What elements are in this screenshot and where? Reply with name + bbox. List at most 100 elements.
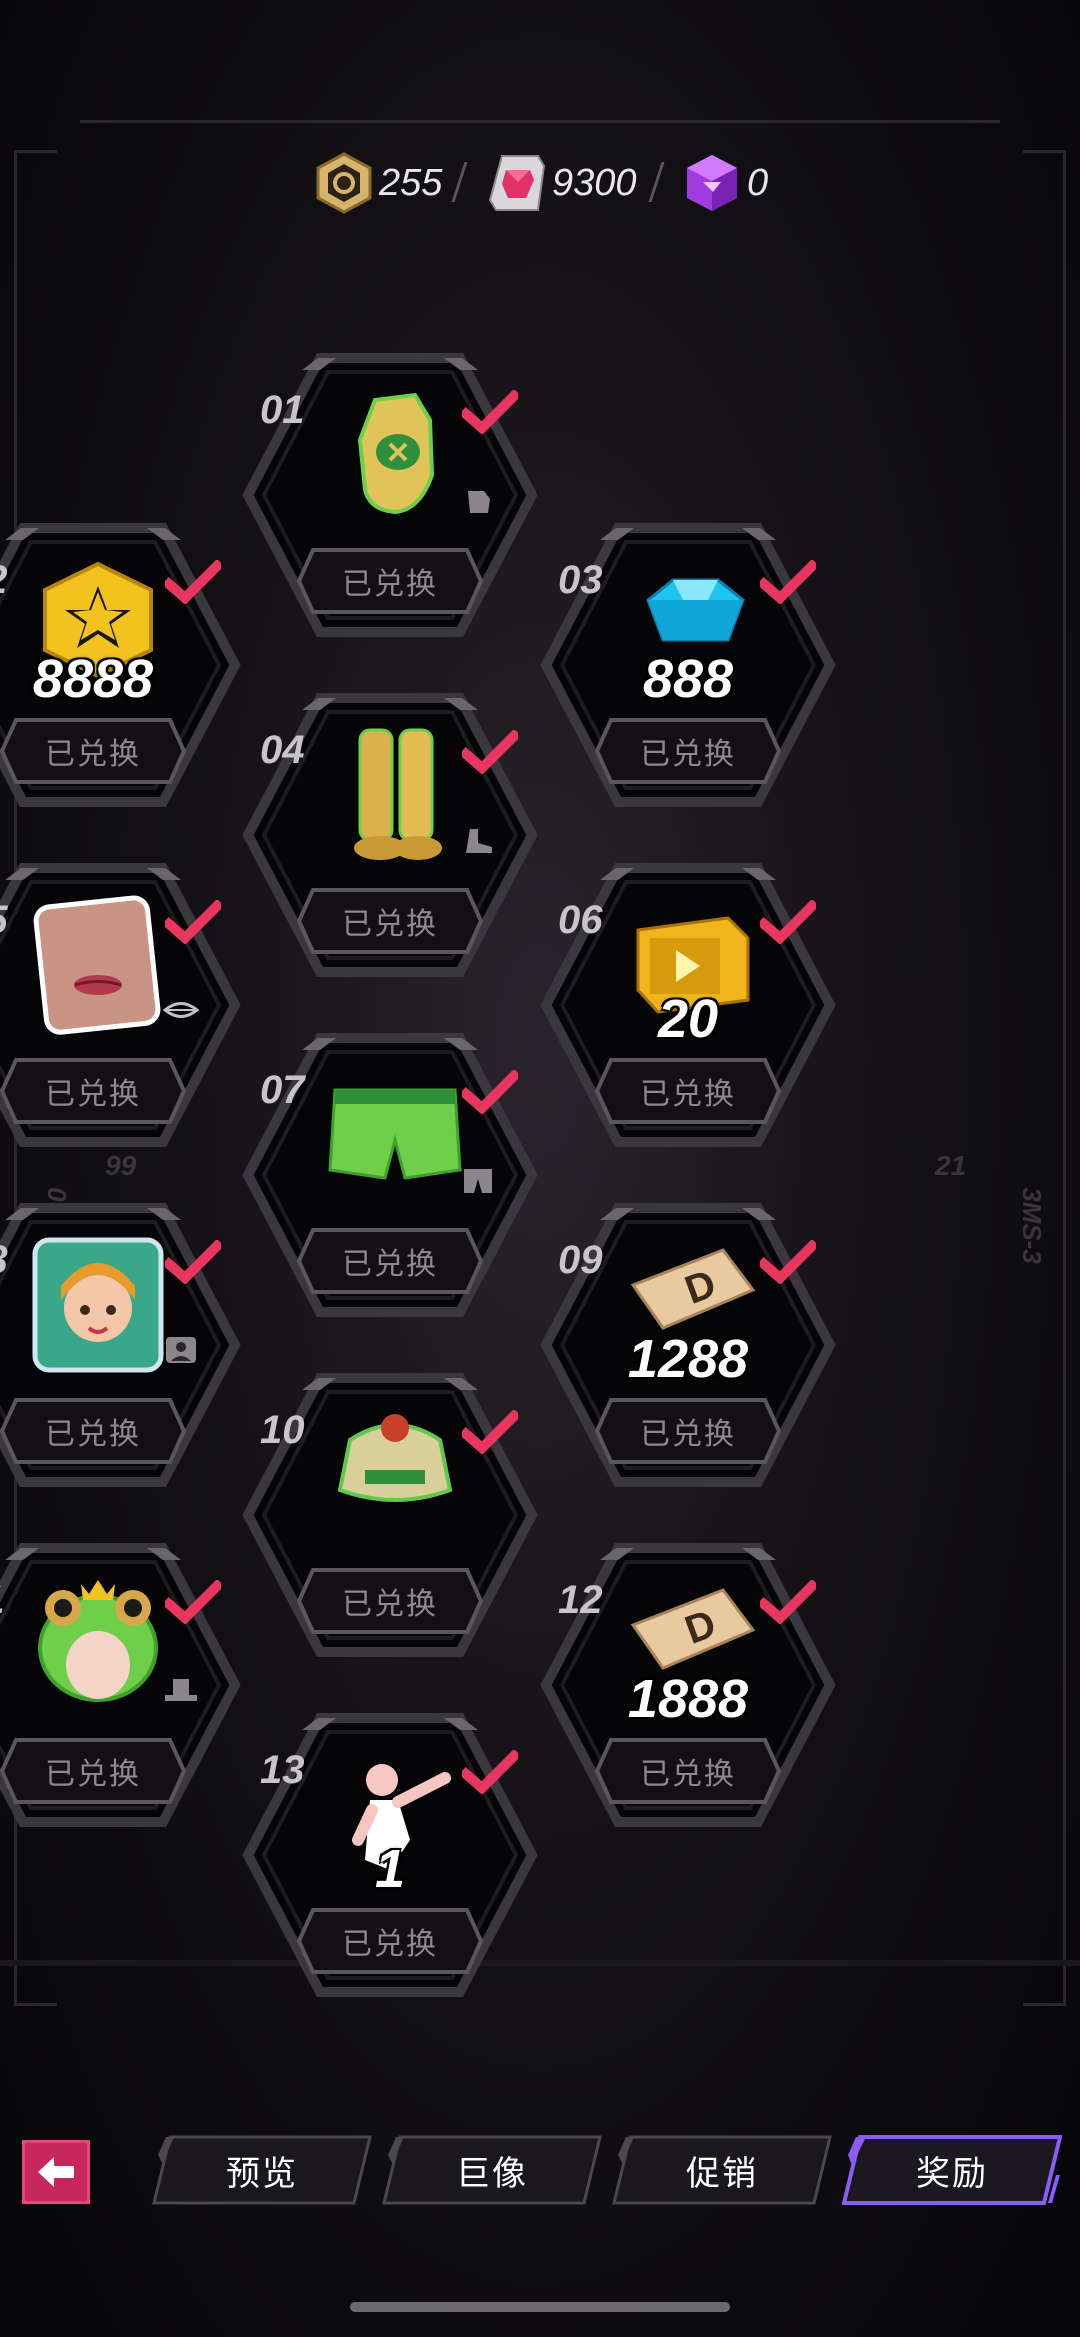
- glove-tag-icon: [460, 485, 496, 515]
- character-portrait-icon: [23, 1230, 173, 1380]
- check-icon: [760, 560, 816, 604]
- currency-gem-value: 9300: [552, 161, 637, 204]
- redeemed-button[interactable]: 已兑换: [0, 1396, 188, 1466]
- reward-index: 06: [558, 898, 603, 942]
- home-indicator[interactable]: [350, 2302, 730, 2312]
- reward-index: 03: [558, 558, 603, 602]
- reward-index: 02: [0, 558, 8, 603]
- redeemed-button[interactable]: 已兑换: [295, 1566, 485, 1636]
- reward-index: 11: [0, 1578, 5, 1623]
- redeemed-button[interactable]: 已兑换: [593, 1056, 783, 1126]
- redeemed-label: 已兑换: [342, 1928, 438, 1961]
- reward-cell[interactable]: 05 已兑换: [0, 860, 243, 1150]
- green-shorts-icon: [320, 1060, 470, 1210]
- reward-index: 01: [260, 388, 305, 432]
- check-icon: [165, 560, 221, 604]
- check-icon: [760, 1240, 816, 1284]
- reward-cell[interactable]: 03 888 已兑换: [538, 520, 838, 810]
- side-label-right: 3MS-3: [1017, 1187, 1048, 1264]
- redeemed-button[interactable]: 已兑换: [295, 1906, 485, 1976]
- tab-promotion-label: 促销: [686, 2154, 758, 2193]
- green-glove-icon: [320, 380, 470, 530]
- reward-cell[interactable]: 11 已兑换: [0, 1540, 243, 1830]
- currency-gold-value: 255: [379, 161, 443, 204]
- reward-index: 08: [0, 1238, 8, 1283]
- tab-colossus-label: 巨像: [456, 2154, 528, 2193]
- redeemed-label: 已兑换: [45, 738, 141, 771]
- reward-amount: 1: [374, 1839, 406, 1899]
- reward-amount: 20: [657, 989, 719, 1049]
- redeemed-button[interactable]: 已兑换: [593, 716, 783, 786]
- redeemed-label: 已兑换: [45, 1758, 141, 1791]
- redeemed-button[interactable]: 已兑换: [295, 1226, 485, 1296]
- reward-cell[interactable]: 07 已兑换: [240, 1030, 540, 1320]
- frame-bottom-band: [0, 1960, 1080, 1966]
- redeemed-label: 已兑换: [640, 1078, 736, 1111]
- currency-bar: 255 9300 0: [0, 150, 1080, 216]
- reward-cell[interactable]: D 12 1888 已兑换: [538, 1540, 838, 1830]
- currency-gem: 9300: [488, 150, 637, 216]
- check-icon: [462, 730, 518, 774]
- tab-rewards-label: 奖励: [916, 2154, 988, 2193]
- side-number-left: 99: [105, 1150, 137, 1181]
- currency-gold: 255: [315, 150, 442, 216]
- redeemed-label: 已兑换: [640, 1418, 736, 1451]
- redeemed-label: 已兑换: [45, 1418, 141, 1451]
- reward-amount: 888: [642, 649, 734, 709]
- gold-hex-coin-icon: [316, 152, 372, 214]
- check-icon: [760, 900, 816, 944]
- hat-tag-icon: [163, 1675, 199, 1705]
- tab-promotion[interactable]: 促销: [612, 2135, 832, 2205]
- arrow-left-icon: [38, 2157, 74, 2187]
- background: [0, 0, 1080, 2337]
- currency-cube: 0: [683, 150, 768, 216]
- redeemed-button[interactable]: 已兑换: [0, 1736, 188, 1806]
- tab-rewards[interactable]: 奖励: [842, 2135, 1062, 2205]
- reward-cell[interactable]: 08 已兑换: [0, 1200, 243, 1490]
- check-icon: [462, 1410, 518, 1454]
- redeemed-button[interactable]: 已兑换: [0, 716, 188, 786]
- side-number-right: 21: [935, 1150, 967, 1181]
- check-icon: [462, 1070, 518, 1114]
- redeemed-button[interactable]: 已兑换: [0, 1056, 188, 1126]
- yellow-boots-icon: [320, 720, 470, 870]
- check-icon: [165, 1240, 221, 1284]
- reward-amount: 1888: [627, 1669, 749, 1729]
- face-lips-icon: [23, 890, 173, 1040]
- redeemed-label: 已兑换: [342, 568, 438, 601]
- reward-cell[interactable]: 04 已兑换: [240, 690, 540, 980]
- reward-cell[interactable]: 01 已兑换: [240, 350, 540, 640]
- currency-separator: [648, 162, 665, 202]
- reward-cell[interactable]: D 09 1288 已兑换: [538, 1200, 838, 1490]
- tab-colossus[interactable]: 巨像: [382, 2135, 602, 2205]
- avatar-tag-icon: [163, 1335, 199, 1365]
- redeemed-button[interactable]: 已兑换: [295, 886, 485, 956]
- redeemed-label: 已兑换: [342, 908, 438, 941]
- check-icon: [165, 1580, 221, 1624]
- reward-index: 10: [260, 1408, 305, 1452]
- frog-outfit-icon: [320, 1400, 470, 1550]
- frame-top-border: [80, 120, 1000, 131]
- frame-right-border: [1023, 150, 1066, 2006]
- check-icon: [462, 390, 518, 434]
- redeemed-button[interactable]: 已兑换: [295, 546, 485, 616]
- reward-index: 04: [260, 728, 305, 772]
- redeemed-label: 已兑换: [342, 1588, 438, 1621]
- tab-preview[interactable]: 预览: [152, 2135, 372, 2205]
- redeemed-button[interactable]: 已兑换: [593, 1396, 783, 1466]
- back-button[interactable]: [22, 2140, 90, 2204]
- redeemed-button[interactable]: 已兑换: [593, 1736, 783, 1806]
- reward-index: 12: [558, 1578, 603, 1622]
- check-icon: [462, 1750, 518, 1794]
- check-icon: [165, 900, 221, 944]
- reward-amount: 1288: [627, 1329, 749, 1389]
- reward-cell[interactable]: 02 8888 已兑换: [0, 520, 243, 810]
- reward-cell[interactable]: 13 1 已兑换: [240, 1710, 540, 2000]
- redeemed-label: 已兑换: [640, 738, 736, 771]
- shoe-tag-icon: [460, 825, 496, 855]
- purple-cube-icon: [687, 155, 737, 211]
- reward-cell[interactable]: 10 已兑换: [240, 1370, 540, 1660]
- reward-cell[interactable]: 06 20 已兑换: [538, 860, 838, 1150]
- reward-index: 09: [558, 1238, 603, 1282]
- reward-index: 07: [260, 1068, 305, 1112]
